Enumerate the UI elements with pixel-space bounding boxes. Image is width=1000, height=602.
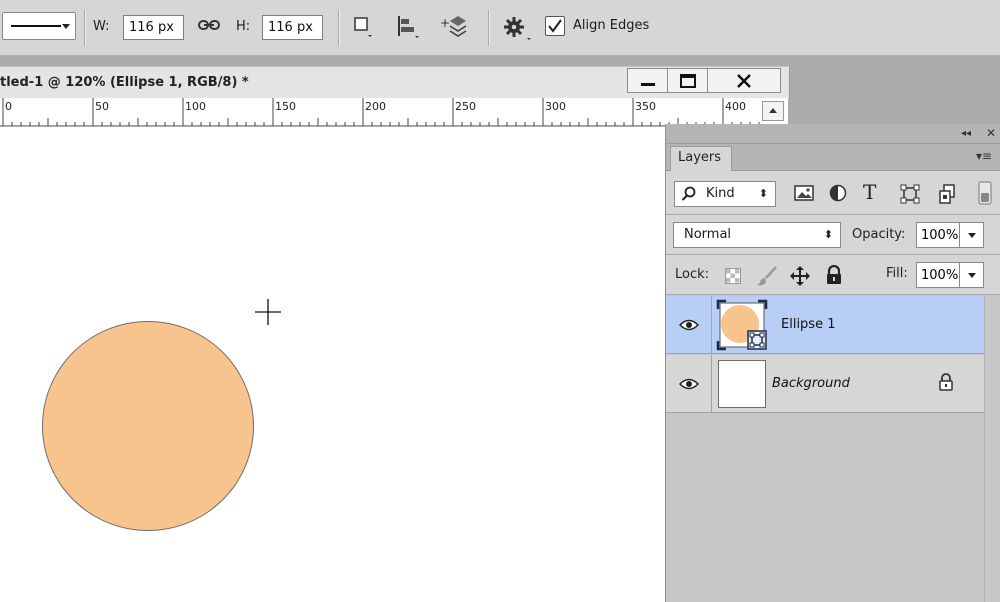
height-input[interactable] bbox=[262, 15, 323, 40]
document-titlebar[interactable]: tled-1 @ 120% (Ellipse 1, RGB/8) * bbox=[0, 66, 790, 98]
updown-arrows-icon: ⬍ bbox=[758, 187, 768, 200]
layer-visibility-toggle[interactable] bbox=[666, 296, 712, 354]
chevron-up-icon bbox=[769, 108, 777, 113]
layer-row-ellipse-1[interactable]: Ellipse 1 bbox=[666, 296, 984, 354]
pixel-filter-icon[interactable] bbox=[794, 184, 814, 206]
checkmark-icon bbox=[548, 19, 562, 33]
kind-label: Kind bbox=[706, 186, 735, 201]
panel-header[interactable]: ◂◂ ✕ bbox=[666, 124, 1000, 144]
layer-name[interactable]: Ellipse 1 bbox=[781, 317, 835, 332]
lock-all-icon[interactable] bbox=[825, 264, 843, 289]
ruler-label: 150 bbox=[275, 100, 296, 113]
path-arrangement-icon[interactable]: + bbox=[440, 13, 470, 41]
opacity-input[interactable] bbox=[916, 222, 960, 248]
layer-visibility-toggle[interactable] bbox=[666, 355, 712, 413]
fill-input[interactable] bbox=[916, 262, 960, 288]
lock-position-icon[interactable] bbox=[789, 265, 811, 291]
document-title: tled-1 @ 120% (Ellipse 1, RGB/8) * bbox=[0, 75, 249, 90]
panel-tab-strip: Layers ▾≡ bbox=[666, 144, 1000, 171]
maximize-button[interactable] bbox=[667, 68, 708, 93]
type-filter-icon[interactable]: T bbox=[863, 180, 876, 204]
layers-list-empty-area[interactable] bbox=[666, 414, 984, 602]
path-alignment-icon[interactable] bbox=[396, 14, 420, 40]
svg-text:+: + bbox=[440, 16, 450, 30]
ruler-label: 0 bbox=[5, 100, 12, 113]
blend-mode-value: Normal bbox=[684, 227, 732, 242]
lock-image-pixels-icon[interactable] bbox=[756, 266, 778, 290]
scroll-up-button[interactable] bbox=[762, 101, 784, 121]
filter-toggle-switch[interactable] bbox=[978, 181, 992, 209]
minimize-icon bbox=[641, 83, 655, 86]
layer-lock-icon[interactable] bbox=[938, 373, 954, 395]
lock-transparent-pixels-icon[interactable] bbox=[725, 268, 741, 288]
fill-label: Fill: bbox=[886, 266, 908, 281]
gear-icon[interactable] bbox=[503, 15, 533, 41]
chevron-down-icon bbox=[62, 24, 70, 29]
maximize-icon bbox=[680, 74, 696, 88]
collapse-panel-icon[interactable]: ◂◂ bbox=[961, 128, 971, 139]
path-operations-icon[interactable] bbox=[353, 16, 373, 38]
opacity-label: Opacity: bbox=[852, 227, 906, 242]
layer-row-background[interactable]: Background bbox=[666, 355, 984, 413]
horizontal-ruler[interactable]: 0 50 100 150 200 250 300 350 400 bbox=[0, 98, 788, 126]
close-panel-icon[interactable]: ✕ bbox=[986, 126, 996, 140]
crosshair-cursor-icon bbox=[255, 299, 281, 325]
width-label: W: bbox=[93, 19, 110, 34]
shape-filter-icon[interactable] bbox=[900, 184, 920, 208]
panel-menu-icon[interactable]: ▾≡ bbox=[976, 149, 992, 163]
width-input[interactable] bbox=[123, 15, 184, 40]
close-button[interactable] bbox=[707, 68, 781, 93]
layers-panel: ◂◂ ✕ Layers ▾≡ Kind ⬍ T Normal ⬍ Opacity… bbox=[665, 124, 1000, 602]
align-edges-checkbox[interactable] bbox=[545, 16, 565, 36]
opacity-dropdown-button[interactable] bbox=[960, 222, 984, 248]
align-edges-label: Align Edges bbox=[573, 18, 650, 33]
ruler-label: 100 bbox=[185, 100, 206, 113]
blend-mode-dropdown[interactable]: Normal ⬍ bbox=[673, 222, 841, 248]
updown-arrows-icon: ⬍ bbox=[823, 228, 833, 241]
layers-scrollbar[interactable] bbox=[984, 296, 1000, 602]
lock-label: Lock: bbox=[675, 267, 710, 282]
ellipse-shape[interactable] bbox=[42, 321, 254, 531]
search-icon bbox=[681, 186, 696, 201]
layer-filter-row: Kind ⬍ T bbox=[666, 171, 1000, 215]
ruler-label: 50 bbox=[95, 100, 109, 113]
ruler-label: 350 bbox=[635, 100, 656, 113]
smart-object-filter-icon[interactable] bbox=[938, 184, 958, 208]
separator bbox=[488, 10, 489, 46]
height-label: H: bbox=[236, 19, 251, 34]
separator bbox=[338, 10, 339, 46]
ruler-label: 250 bbox=[455, 100, 476, 113]
ruler-label: 400 bbox=[725, 100, 746, 113]
layer-name[interactable]: Background bbox=[772, 376, 850, 391]
chevron-down-icon bbox=[968, 273, 976, 278]
close-icon bbox=[737, 74, 751, 88]
lock-row: Lock: Fill: bbox=[666, 255, 1000, 295]
ruler-label: 200 bbox=[365, 100, 386, 113]
minimize-button[interactable] bbox=[627, 68, 668, 93]
fill-dropdown-button[interactable] bbox=[960, 262, 984, 288]
options-bar: W: H: + Align Edges bbox=[0, 0, 1000, 56]
separator bbox=[84, 10, 85, 46]
layer-thumbnail[interactable] bbox=[718, 360, 766, 408]
chevron-down-icon bbox=[968, 233, 976, 238]
adjustment-filter-icon[interactable] bbox=[829, 184, 847, 206]
blend-row: Normal ⬍ Opacity: bbox=[666, 215, 1000, 255]
shape-layer-thumbnail-icon bbox=[716, 299, 768, 351]
stroke-type-dropdown[interactable] bbox=[2, 12, 76, 40]
eye-icon bbox=[679, 319, 699, 331]
stroke-type-icon bbox=[11, 25, 61, 27]
tab-layers[interactable]: Layers bbox=[670, 146, 732, 171]
kind-filter-dropdown[interactable]: Kind ⬍ bbox=[674, 181, 776, 207]
layer-thumbnail[interactable] bbox=[716, 299, 768, 351]
ruler-label: 300 bbox=[545, 100, 566, 113]
eye-icon bbox=[679, 378, 699, 390]
link-dimensions-icon[interactable] bbox=[198, 17, 220, 33]
